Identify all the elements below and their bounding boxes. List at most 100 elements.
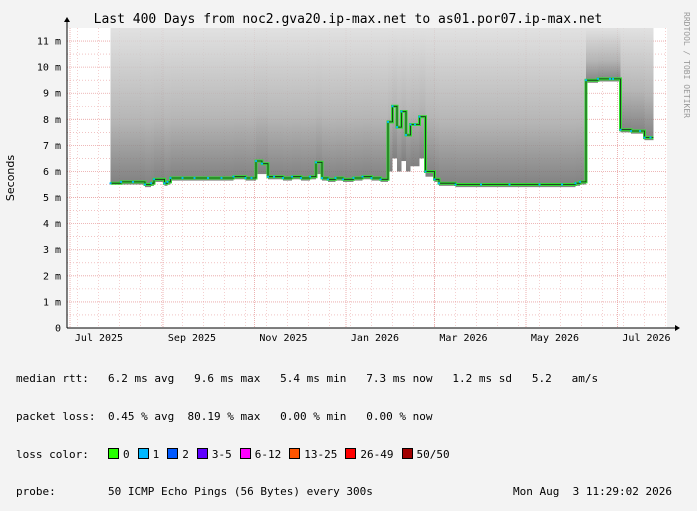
smoke-segment bbox=[322, 28, 328, 181]
y-tick-label: 2 m bbox=[43, 271, 61, 282]
median-point bbox=[433, 178, 436, 181]
smoke-segment bbox=[194, 28, 208, 181]
loss-color-legend-item: 50/50 bbox=[401, 448, 450, 462]
median-point bbox=[560, 183, 564, 186]
median-point bbox=[578, 180, 582, 184]
median-point bbox=[584, 79, 588, 82]
loss-color-legend-item: 13-25 bbox=[289, 448, 337, 462]
median-point bbox=[400, 110, 403, 113]
median-point bbox=[232, 175, 235, 178]
median-point bbox=[308, 175, 312, 178]
smoke-segment bbox=[598, 28, 610, 82]
median-point bbox=[418, 115, 421, 118]
smoke-segment bbox=[362, 28, 372, 180]
loss-color-swatch bbox=[401, 448, 413, 459]
median-point bbox=[361, 175, 364, 178]
smoke-segment bbox=[455, 28, 481, 188]
median-point bbox=[352, 176, 355, 180]
loss-color-swatch bbox=[196, 448, 208, 459]
loss-color-swatch-label: 26-49 bbox=[360, 448, 394, 461]
loss-color-swatch-label: 1 bbox=[152, 448, 160, 461]
loss-color-swatch bbox=[345, 448, 357, 459]
median-point bbox=[454, 183, 457, 186]
y-tick-label: 5 m bbox=[43, 193, 61, 204]
smoke-segment bbox=[256, 28, 262, 175]
median-point bbox=[149, 182, 153, 185]
smoke-segment bbox=[245, 28, 252, 181]
x-tick-label: Nov 2025 bbox=[259, 333, 307, 344]
smoke-segment bbox=[539, 28, 562, 188]
smoke-segment bbox=[644, 28, 651, 141]
median-point bbox=[649, 136, 652, 139]
median-point bbox=[508, 183, 511, 186]
median-point bbox=[424, 170, 427, 173]
smoke-segment bbox=[575, 28, 580, 186]
loss-color-legend-item: 6-12 bbox=[239, 448, 281, 462]
smoke-segment bbox=[371, 28, 381, 181]
median-point bbox=[260, 162, 264, 165]
packet-loss-row: packet loss: 0.45 % avg 80.19 % max 0.00 … bbox=[16, 409, 598, 424]
smoke-segment bbox=[121, 28, 133, 185]
smoke-segment bbox=[586, 28, 598, 83]
smoke-segment bbox=[182, 28, 195, 181]
median-point bbox=[281, 176, 285, 180]
loss-color-swatch bbox=[167, 448, 179, 459]
smoke-segment bbox=[439, 28, 456, 186]
loss-color-legend-item: 3-5 bbox=[196, 448, 232, 462]
median-point bbox=[266, 175, 270, 178]
median-point bbox=[395, 126, 399, 129]
smoke-segment bbox=[640, 28, 645, 134]
smoke-segment bbox=[154, 28, 165, 182]
median-rtt-label: median rtt: bbox=[16, 372, 89, 385]
y-tick-label: 10 m bbox=[37, 63, 61, 74]
loss-color-legend-item: 2 bbox=[167, 448, 189, 462]
smoke-segment bbox=[328, 28, 336, 182]
x-tick-label: Mar 2026 bbox=[439, 333, 487, 344]
median-point bbox=[404, 133, 408, 137]
y-axis-label: Seconds bbox=[4, 155, 17, 201]
packet-loss-values: 0.45 % avg 80.19 % max 0.00 % min 0.00 %… bbox=[108, 409, 433, 423]
loss-color-label: loss color: bbox=[16, 448, 89, 461]
loss-color-row: loss color: 0 1 2 3-5 6-12 13-25 26-49 50/50 bbox=[16, 448, 598, 461]
smoke-segment bbox=[620, 28, 631, 133]
loss-color-legend-item: 1 bbox=[137, 448, 160, 462]
smoke-segment bbox=[292, 28, 301, 180]
smoke-segment bbox=[610, 28, 613, 82]
smoke-segment bbox=[613, 28, 621, 82]
smoke-band bbox=[110, 28, 654, 188]
loss-color-swatch bbox=[239, 448, 251, 459]
y-tick-label: 7 m bbox=[43, 141, 61, 152]
smoke-segment bbox=[110, 28, 121, 185]
median-point bbox=[386, 120, 390, 124]
median-point bbox=[379, 178, 382, 181]
median-point bbox=[254, 159, 258, 163]
smoke-segment bbox=[392, 28, 397, 159]
median-point bbox=[638, 129, 642, 133]
loss-color-legend: 0 1 2 3-5 6-12 13-25 26-49 50/50 bbox=[108, 448, 458, 461]
y-tick-label: 1 m bbox=[43, 297, 61, 308]
median-point bbox=[538, 183, 541, 186]
y-tick-label: 0 bbox=[55, 324, 61, 335]
smoke-segment bbox=[268, 28, 274, 180]
x-tick-label: Jan 2026 bbox=[351, 333, 399, 344]
smoke-segment bbox=[167, 28, 171, 185]
y-tick-label: 6 m bbox=[43, 167, 61, 178]
smoke-segment bbox=[274, 28, 283, 180]
loss-color-legend-item: 0 bbox=[108, 448, 130, 462]
x-tick-label: Jul 2026 bbox=[622, 333, 670, 344]
median-point bbox=[334, 176, 337, 180]
median-point bbox=[391, 105, 394, 108]
smoke-segment bbox=[170, 28, 183, 181]
median-point bbox=[608, 77, 612, 80]
y-tick-label: 3 m bbox=[43, 245, 61, 256]
median-point bbox=[619, 128, 622, 131]
smoke-segment bbox=[410, 28, 415, 167]
y-tick-label: 11 m bbox=[37, 37, 61, 48]
median-point bbox=[152, 178, 156, 181]
x-axis-arrow bbox=[675, 325, 680, 331]
median-point bbox=[143, 183, 147, 186]
x-tick-label: May 2026 bbox=[531, 333, 579, 344]
smoke-segment bbox=[481, 28, 510, 188]
smoke-segment bbox=[283, 28, 292, 181]
smoke-segment bbox=[233, 28, 246, 180]
